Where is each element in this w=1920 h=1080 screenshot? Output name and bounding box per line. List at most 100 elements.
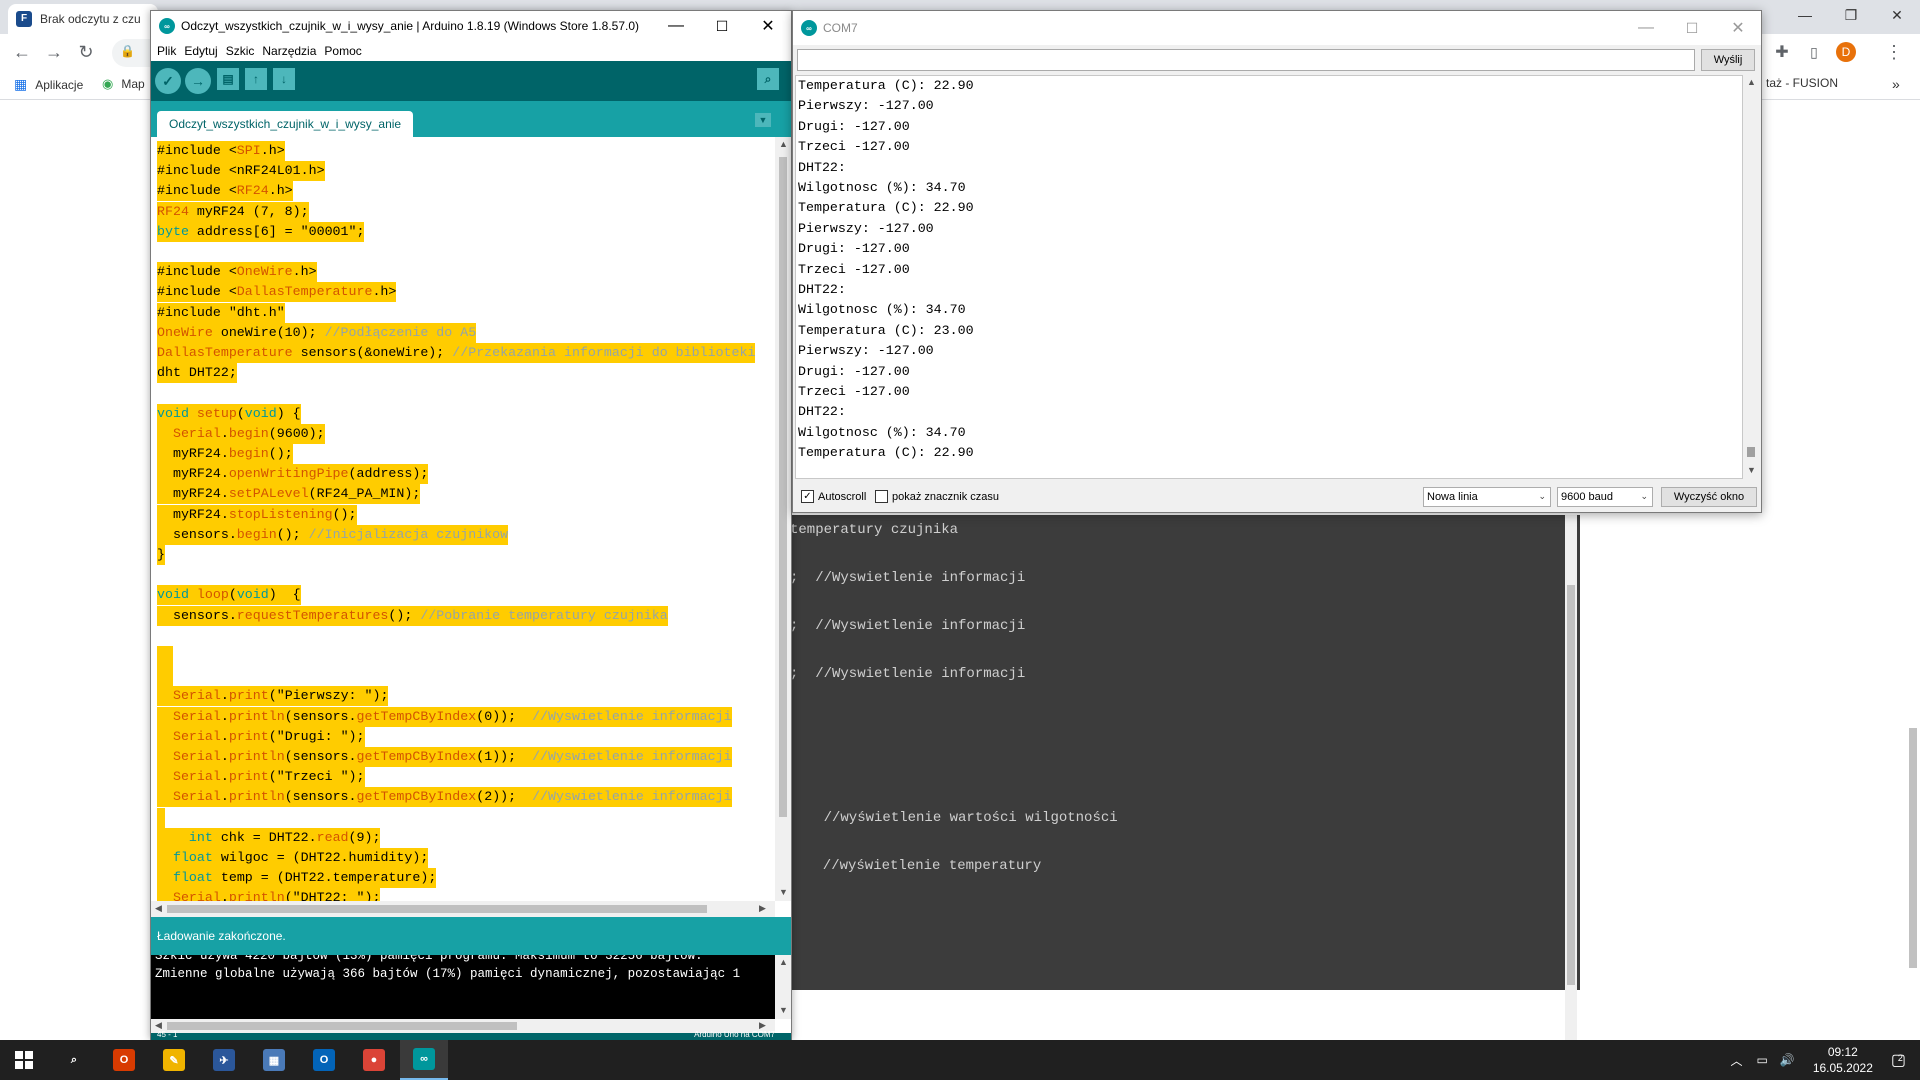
code-token: ) {	[268, 587, 301, 603]
minimize-button[interactable]: —	[653, 11, 699, 41]
console-vertical-scrollbar[interactable]: ▲ ▼	[775, 955, 791, 1019]
chrome-tab-active[interactable]: F Brak odczytu z czu	[8, 4, 158, 34]
menu-plik[interactable]: Plik	[153, 44, 180, 58]
chevron-up-icon[interactable]: ︿	[1731, 1052, 1743, 1069]
serial-output-scrollbar[interactable]: ▲ ▼	[1743, 75, 1759, 479]
editor-vertical-scrollbar[interactable]: ▲ ▼	[775, 137, 791, 901]
tab-sketch[interactable]: Odczyt_wszystkich_czujnik_w_i_wysy_anie	[157, 111, 414, 137]
verify-button[interactable]: ✓	[155, 68, 181, 94]
code-token: .h>	[268, 183, 293, 199]
baud-rate-select[interactable]: 9600 baud ⌄	[1557, 487, 1653, 507]
forward-arrow-icon[interactable]: →	[40, 39, 68, 65]
new-sketch-button[interactable]: ▤	[217, 68, 239, 90]
open-sketch-button[interactable]: ↑	[245, 68, 267, 90]
serial-monitor-button[interactable]: ⌕	[757, 68, 779, 90]
close-icon[interactable]: ✕	[1874, 0, 1920, 30]
code-token: begin	[228, 425, 269, 441]
volume-icon[interactable]: 🔊	[1780, 1053, 1795, 1067]
taskbar-app-office[interactable]: O	[100, 1040, 148, 1080]
kebab-menu-icon[interactable]: ⋮	[1880, 39, 1908, 65]
clock[interactable]: 09:12 16.05.2022	[1813, 1044, 1873, 1076]
bookmark-fusion[interactable]: taż - FUSION	[1766, 76, 1838, 90]
taskbar-app-search[interactable]: ⌕	[50, 1040, 98, 1080]
close-button[interactable]: ✕	[1715, 13, 1761, 43]
maximize-button[interactable]: ☐	[1669, 13, 1715, 43]
code-token: begin	[228, 446, 269, 461]
code-block-scrollbar[interactable]	[1565, 515, 1577, 1040]
code-token: (1));	[476, 749, 533, 764]
scroll-right-icon[interactable]: ▶	[759, 903, 766, 914]
send-button[interactable]: Wyślij	[1701, 49, 1755, 71]
serial-monitor-titlebar[interactable]: ∞ COM7 — ☐ ✕	[793, 11, 1761, 45]
restore-icon[interactable]: ❐	[1828, 0, 1874, 30]
code-token: .	[220, 708, 229, 724]
taskbar-app-notes[interactable]: ✎	[150, 1040, 198, 1080]
menu-pomoc[interactable]: Pomoc	[320, 44, 365, 58]
upload-button[interactable]: →	[185, 68, 211, 94]
code-token: #include <	[157, 183, 237, 199]
timestamp-checkbox[interactable]: pokaż znacznik czasu	[875, 490, 999, 503]
taskbar-app-paint[interactable]: ✈	[200, 1040, 248, 1080]
line-ending-select[interactable]: Nowa linia ⌄	[1423, 487, 1551, 507]
code-token: ("Drugi: ");	[268, 728, 365, 744]
scroll-down-icon[interactable]: ▼	[779, 887, 788, 897]
network-icon[interactable]: ▭	[1757, 1053, 1768, 1067]
reading-list-icon[interactable]: ▯	[1800, 39, 1828, 65]
code-token: (RF24_PA_MIN);	[308, 486, 421, 502]
clear-output-button[interactable]: Wyczyść okno	[1661, 487, 1757, 507]
save-sketch-button[interactable]: ↓	[273, 68, 295, 90]
code-line: DallasTemperature sensors(&oneWire); //P…	[157, 343, 756, 363]
scrollbar-thumb[interactable]	[1747, 447, 1755, 457]
tab-menu-chevron-down-icon[interactable]: ▼	[755, 113, 771, 127]
scroll-up-icon[interactable]: ▲	[779, 957, 788, 967]
code-token: println	[228, 789, 285, 805]
scroll-down-icon[interactable]: ▼	[779, 1005, 788, 1015]
code-token: print	[228, 728, 269, 744]
taskbar-app-arduino[interactable]: ∞	[400, 1040, 448, 1080]
maximize-button[interactable]: ☐	[699, 11, 745, 41]
scrollbar-thumb[interactable]	[1567, 585, 1575, 985]
editor-horizontal-scrollbar[interactable]: ◀ ▶	[151, 901, 775, 917]
scroll-up-icon[interactable]: ▲	[779, 139, 788, 149]
bookmarks-overflow-icon[interactable]: »	[1892, 76, 1900, 92]
bookmark-maps[interactable]: ◉ Map	[102, 76, 145, 92]
scrollbar-thumb[interactable]	[779, 157, 787, 817]
bookmark-label: Aplikacje	[35, 77, 84, 92]
scroll-down-icon[interactable]: ▼	[1747, 465, 1756, 475]
taskbar-app-chrome[interactable]: ●	[350, 1040, 398, 1080]
minimize-button[interactable]: —	[1623, 13, 1669, 43]
menu-narzedzia[interactable]: Narzędzia	[258, 44, 320, 58]
scrollbar-thumb[interactable]	[1909, 728, 1917, 968]
close-button[interactable]: ✕	[745, 11, 791, 41]
bookmark-apps[interactable]: ▦ Aplikacje	[14, 76, 83, 93]
scroll-up-icon[interactable]: ▲	[1747, 77, 1756, 87]
scroll-left-icon[interactable]: ◀	[155, 903, 162, 914]
ide-titlebar[interactable]: ∞ Odczyt_wszystkich_czujnik_w_i_wysy_ani…	[151, 11, 791, 41]
autoscroll-checkbox[interactable]: ✓ Autoscroll	[801, 490, 866, 503]
page-scrollbar[interactable]	[1906, 100, 1920, 1040]
scrollbar-thumb[interactable]	[167, 905, 707, 913]
start-button[interactable]	[0, 1040, 48, 1080]
minimize-icon[interactable]: —	[1782, 0, 1828, 30]
code-token: loop	[196, 587, 229, 603]
taskbar-app-outlook[interactable]: O	[300, 1040, 348, 1080]
code-token: Serial	[172, 728, 221, 744]
notifications-icon[interactable]: ▢ 2	[1891, 1050, 1906, 1070]
profile-avatar[interactable]: D	[1832, 39, 1860, 65]
code-line: #include <SPI.h>	[157, 141, 285, 161]
reload-icon[interactable]: ↻	[72, 39, 100, 65]
extensions-puzzle-icon[interactable]: ✚	[1768, 39, 1796, 65]
code-editor[interactable]: #include <SPI.h> #include <nRF24L01.h> #in…	[151, 137, 791, 917]
serial-send-input[interactable]	[797, 49, 1695, 71]
scrollbar-thumb[interactable]	[167, 1022, 517, 1030]
code-token: (9600);	[268, 425, 325, 441]
taskbar-app-calculator[interactable]: ▦	[250, 1040, 298, 1080]
menu-edytuj[interactable]: Edytuj	[180, 44, 221, 58]
menu-szkic[interactable]: Szkic	[222, 44, 259, 58]
serial-output-line: Trzeci -127.00	[798, 384, 910, 399]
back-arrow-icon[interactable]: ←	[8, 39, 36, 65]
console-horizontal-scrollbar[interactable]: ◀ ▶	[151, 1019, 775, 1033]
